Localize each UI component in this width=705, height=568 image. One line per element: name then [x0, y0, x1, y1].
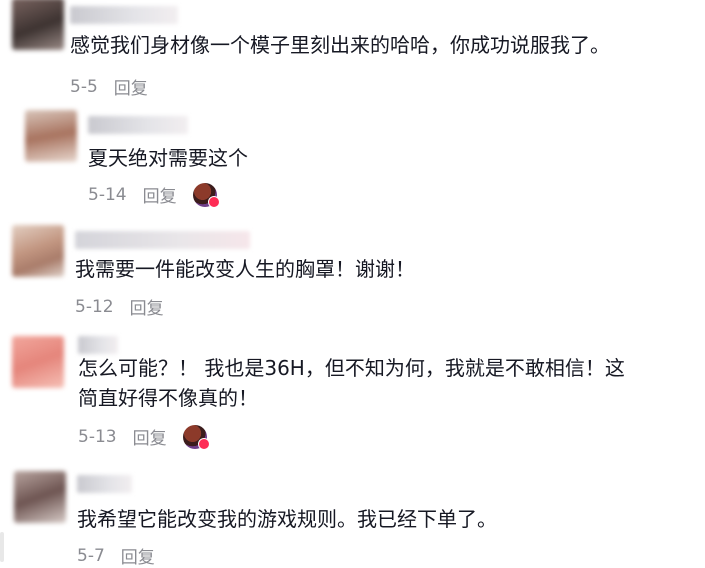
reply-button[interactable]: 回复: [143, 182, 177, 207]
username[interactable]: [77, 475, 132, 493]
comment-item: 夏天绝对需要这个 5-14 回复: [0, 100, 705, 210]
avatar[interactable]: [14, 471, 66, 523]
comment-item: 怎么可能？！ 我也是36H，但不知为何，我就是不敢相信！这 简直好得不像真的！ …: [0, 330, 705, 460]
comment-date: 5-13: [78, 426, 117, 447]
comment-date: 5-14: [88, 184, 127, 205]
comment-text: 我希望它能改变我的游戏规则。我已经下单了。: [77, 507, 497, 531]
reply-button[interactable]: 回复: [133, 424, 167, 449]
avatar[interactable]: [12, 225, 64, 277]
comment-item: 感觉我们身材像一个模子里刻出来的哈哈，你成功说服我了。 5-5 回复: [0, 0, 705, 100]
comment-meta: 5-5 回复: [70, 74, 148, 100]
comment-meta: 5-13 回复: [78, 424, 210, 450]
scroll-edge-marker: [0, 532, 4, 562]
comment-date: 5-7: [77, 545, 105, 566]
avatar[interactable]: [12, 0, 64, 50]
reply-button[interactable]: 回复: [130, 294, 164, 319]
reply-button[interactable]: 回复: [121, 543, 155, 568]
comment-text: 怎么可能？！ 我也是36H，但不知为何，我就是不敢相信！这: [78, 356, 625, 380]
creator-liked-icon: [182, 424, 210, 450]
comment-meta: 5-7 回复: [77, 543, 155, 568]
username[interactable]: [75, 231, 250, 249]
comment-item: 我希望它能改变我的游戏规则。我已经下单了。 5-7 回复: [0, 465, 705, 568]
comment-text: 感觉我们身材像一个模子里刻出来的哈哈，你成功说服我了。: [70, 33, 610, 57]
comment-date: 5-12: [75, 296, 114, 317]
comment-date: 5-5: [70, 76, 98, 97]
username[interactable]: [88, 116, 188, 134]
comment-meta: 5-12 回复: [75, 294, 164, 320]
reply-button[interactable]: 回复: [114, 74, 148, 99]
username[interactable]: [70, 6, 178, 24]
comment-text: 我需要一件能改变人生的胸罩！谢谢！: [75, 257, 415, 281]
avatar[interactable]: [25, 110, 77, 162]
comment-text: 夏天绝对需要这个: [88, 146, 248, 170]
creator-liked-icon: [192, 182, 220, 208]
comment-meta: 5-14 回复: [88, 182, 220, 208]
comment-text: 简直好得不像真的！: [78, 386, 258, 410]
avatar[interactable]: [12, 336, 64, 388]
comment-item: 我需要一件能改变人生的胸罩！谢谢！ 5-12 回复: [0, 215, 705, 325]
